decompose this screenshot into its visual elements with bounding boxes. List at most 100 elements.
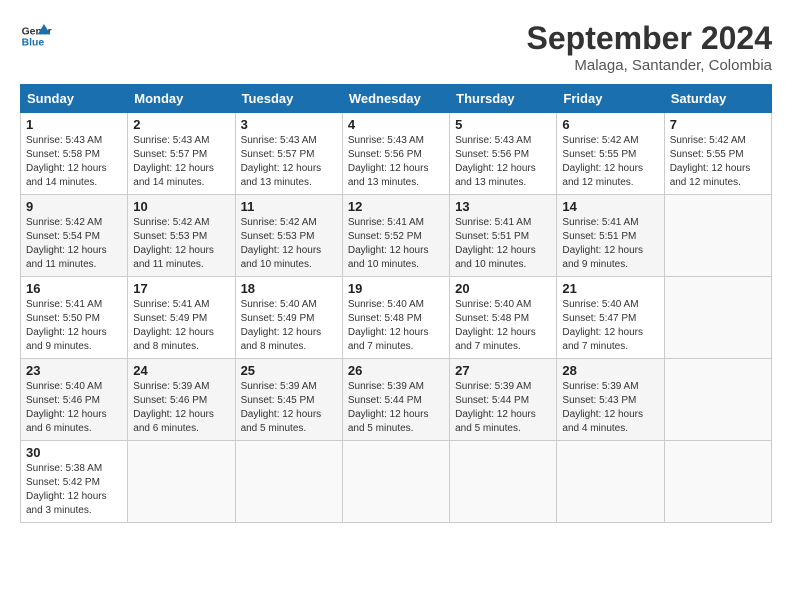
day-info: Sunrise: 5:41 AMSunset: 5:51 PMDaylight:… — [455, 216, 551, 272]
calendar-week-5: 30 Sunrise: 5:38 AMSunset: 5:42 PMDaylig… — [21, 441, 772, 523]
day-number: 30 — [26, 445, 122, 460]
day-info: Sunrise: 5:39 AMSunset: 5:44 PMDaylight:… — [348, 380, 444, 436]
day-info: Sunrise: 5:42 AMSunset: 5:53 PMDaylight:… — [241, 216, 337, 272]
day-cell-2: 2 Sunrise: 5:43 AMSunset: 5:57 PMDayligh… — [128, 113, 235, 195]
day-info: Sunrise: 5:38 AMSunset: 5:42 PMDaylight:… — [26, 462, 122, 518]
day-number: 12 — [348, 199, 444, 214]
empty-cell — [128, 441, 235, 523]
day-number: 7 — [670, 117, 766, 132]
day-cell-18: 18 Sunrise: 5:40 AMSunset: 5:49 PMDaylig… — [235, 277, 342, 359]
day-number: 19 — [348, 281, 444, 296]
calendar-week-3: 16 Sunrise: 5:41 AMSunset: 5:50 PMDaylig… — [21, 277, 772, 359]
day-number: 18 — [241, 281, 337, 296]
day-info: Sunrise: 5:40 AMSunset: 5:48 PMDaylight:… — [348, 298, 444, 354]
day-cell-11: 11 Sunrise: 5:42 AMSunset: 5:53 PMDaylig… — [235, 195, 342, 277]
weekday-header-thursday: Thursday — [450, 85, 557, 113]
day-info: Sunrise: 5:43 AMSunset: 5:58 PMDaylight:… — [26, 134, 122, 190]
day-cell-20: 20 Sunrise: 5:40 AMSunset: 5:48 PMDaylig… — [450, 277, 557, 359]
weekday-header-saturday: Saturday — [664, 85, 771, 113]
day-number: 16 — [26, 281, 122, 296]
day-cell-23: 23 Sunrise: 5:40 AMSunset: 5:46 PMDaylig… — [21, 359, 128, 441]
day-info: Sunrise: 5:40 AMSunset: 5:48 PMDaylight:… — [455, 298, 551, 354]
day-info: Sunrise: 5:42 AMSunset: 5:55 PMDaylight:… — [670, 134, 766, 190]
day-number: 24 — [133, 363, 229, 378]
empty-cell — [664, 195, 771, 277]
day-cell-9: 9 Sunrise: 5:42 AMSunset: 5:54 PMDayligh… — [21, 195, 128, 277]
day-cell-16: 16 Sunrise: 5:41 AMSunset: 5:50 PMDaylig… — [21, 277, 128, 359]
day-cell-7: 7 Sunrise: 5:42 AMSunset: 5:55 PMDayligh… — [664, 113, 771, 195]
weekday-header-sunday: Sunday — [21, 85, 128, 113]
day-number: 13 — [455, 199, 551, 214]
day-cell-14: 14 Sunrise: 5:41 AMSunset: 5:51 PMDaylig… — [557, 195, 664, 277]
day-info: Sunrise: 5:39 AMSunset: 5:45 PMDaylight:… — [241, 380, 337, 436]
day-number: 9 — [26, 199, 122, 214]
day-cell-13: 13 Sunrise: 5:41 AMSunset: 5:51 PMDaylig… — [450, 195, 557, 277]
calendar-week-2: 9 Sunrise: 5:42 AMSunset: 5:54 PMDayligh… — [21, 195, 772, 277]
day-cell-26: 26 Sunrise: 5:39 AMSunset: 5:44 PMDaylig… — [342, 359, 449, 441]
day-cell-3: 3 Sunrise: 5:43 AMSunset: 5:57 PMDayligh… — [235, 113, 342, 195]
day-cell-21: 21 Sunrise: 5:40 AMSunset: 5:47 PMDaylig… — [557, 277, 664, 359]
logo: General Blue — [20, 20, 52, 52]
empty-cell — [664, 359, 771, 441]
day-cell-12: 12 Sunrise: 5:41 AMSunset: 5:52 PMDaylig… — [342, 195, 449, 277]
month-title: September 2024 — [527, 20, 772, 57]
day-number: 20 — [455, 281, 551, 296]
calendar-week-4: 23 Sunrise: 5:40 AMSunset: 5:46 PMDaylig… — [21, 359, 772, 441]
day-cell-24: 24 Sunrise: 5:39 AMSunset: 5:46 PMDaylig… — [128, 359, 235, 441]
calendar-table: SundayMondayTuesdayWednesdayThursdayFrid… — [20, 84, 772, 523]
day-info: Sunrise: 5:43 AMSunset: 5:56 PMDaylight:… — [348, 134, 444, 190]
day-cell-4: 4 Sunrise: 5:43 AMSunset: 5:56 PMDayligh… — [342, 113, 449, 195]
day-number: 28 — [562, 363, 658, 378]
day-number: 4 — [348, 117, 444, 132]
day-cell-6: 6 Sunrise: 5:42 AMSunset: 5:55 PMDayligh… — [557, 113, 664, 195]
weekday-header-tuesday: Tuesday — [235, 85, 342, 113]
day-number: 17 — [133, 281, 229, 296]
day-number: 21 — [562, 281, 658, 296]
day-info: Sunrise: 5:42 AMSunset: 5:53 PMDaylight:… — [133, 216, 229, 272]
title-block: September 2024 Malaga, Santander, Colomb… — [527, 20, 772, 74]
day-cell-17: 17 Sunrise: 5:41 AMSunset: 5:49 PMDaylig… — [128, 277, 235, 359]
weekday-header-friday: Friday — [557, 85, 664, 113]
day-info: Sunrise: 5:41 AMSunset: 5:52 PMDaylight:… — [348, 216, 444, 272]
day-info: Sunrise: 5:40 AMSunset: 5:47 PMDaylight:… — [562, 298, 658, 354]
day-info: Sunrise: 5:43 AMSunset: 5:57 PMDaylight:… — [133, 134, 229, 190]
day-number: 1 — [26, 117, 122, 132]
day-info: Sunrise: 5:41 AMSunset: 5:49 PMDaylight:… — [133, 298, 229, 354]
day-info: Sunrise: 5:39 AMSunset: 5:43 PMDaylight:… — [562, 380, 658, 436]
day-info: Sunrise: 5:39 AMSunset: 5:44 PMDaylight:… — [455, 380, 551, 436]
day-info: Sunrise: 5:41 AMSunset: 5:50 PMDaylight:… — [26, 298, 122, 354]
day-number: 6 — [562, 117, 658, 132]
day-number: 10 — [133, 199, 229, 214]
day-info: Sunrise: 5:40 AMSunset: 5:46 PMDaylight:… — [26, 380, 122, 436]
day-info: Sunrise: 5:40 AMSunset: 5:49 PMDaylight:… — [241, 298, 337, 354]
day-cell-27: 27 Sunrise: 5:39 AMSunset: 5:44 PMDaylig… — [450, 359, 557, 441]
empty-cell — [557, 441, 664, 523]
empty-cell — [450, 441, 557, 523]
day-cell-25: 25 Sunrise: 5:39 AMSunset: 5:45 PMDaylig… — [235, 359, 342, 441]
day-cell-10: 10 Sunrise: 5:42 AMSunset: 5:53 PMDaylig… — [128, 195, 235, 277]
day-info: Sunrise: 5:42 AMSunset: 5:54 PMDaylight:… — [26, 216, 122, 272]
empty-cell — [664, 441, 771, 523]
logo-icon: General Blue — [20, 20, 52, 52]
page-header: General Blue September 2024 Malaga, Sant… — [20, 20, 772, 74]
weekday-header-row: SundayMondayTuesdayWednesdayThursdayFrid… — [21, 85, 772, 113]
location-subtitle: Malaga, Santander, Colombia — [527, 57, 772, 74]
day-number: 23 — [26, 363, 122, 378]
day-cell-5: 5 Sunrise: 5:43 AMSunset: 5:56 PMDayligh… — [450, 113, 557, 195]
empty-cell — [342, 441, 449, 523]
weekday-header-wednesday: Wednesday — [342, 85, 449, 113]
day-number: 25 — [241, 363, 337, 378]
day-info: Sunrise: 5:43 AMSunset: 5:57 PMDaylight:… — [241, 134, 337, 190]
calendar-week-1: 1 Sunrise: 5:43 AMSunset: 5:58 PMDayligh… — [21, 113, 772, 195]
svg-text:Blue: Blue — [22, 38, 45, 49]
weekday-header-monday: Monday — [128, 85, 235, 113]
day-number: 27 — [455, 363, 551, 378]
empty-cell — [664, 277, 771, 359]
day-info: Sunrise: 5:41 AMSunset: 5:51 PMDaylight:… — [562, 216, 658, 272]
day-number: 26 — [348, 363, 444, 378]
empty-cell — [235, 441, 342, 523]
day-info: Sunrise: 5:42 AMSunset: 5:55 PMDaylight:… — [562, 134, 658, 190]
day-number: 2 — [133, 117, 229, 132]
day-cell-28: 28 Sunrise: 5:39 AMSunset: 5:43 PMDaylig… — [557, 359, 664, 441]
day-number: 14 — [562, 199, 658, 214]
